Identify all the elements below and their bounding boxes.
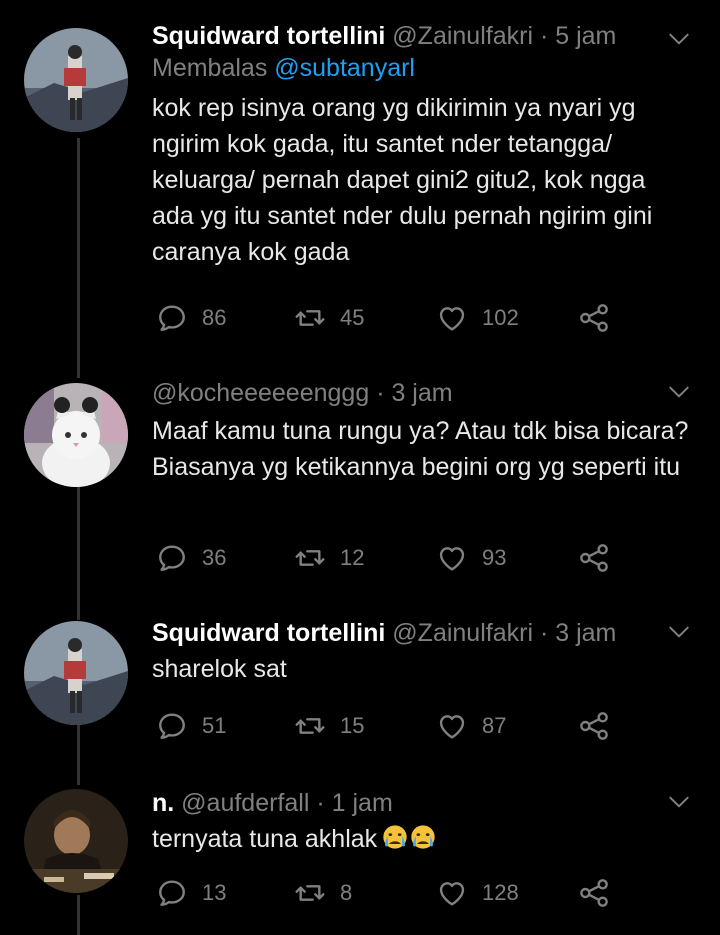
tweet-header: n. @aufderfall · 1 jam bbox=[152, 787, 690, 819]
like-button[interactable]: 102 bbox=[436, 298, 519, 338]
crying-face-icon bbox=[381, 823, 409, 851]
retweet-icon bbox=[294, 542, 326, 574]
retweet-button[interactable]: 12 bbox=[294, 538, 364, 578]
retweet-count: 15 bbox=[340, 713, 365, 738]
share-icon bbox=[578, 710, 610, 742]
avatar[interactable] bbox=[24, 383, 128, 487]
timestamp[interactable]: · 3 jam bbox=[376, 379, 452, 407]
crying-face-icon bbox=[409, 823, 437, 851]
display-name[interactable]: Squidward tortellini bbox=[152, 22, 385, 50]
like-count: 128 bbox=[482, 880, 519, 905]
avatar[interactable] bbox=[24, 789, 128, 893]
tweet[interactable]: Squidward tortellini @Zainulfakri · 3 ja… bbox=[0, 605, 720, 755]
tweet-text: Maaf kamu tuna rungu ya? Atau tdk bisa b… bbox=[152, 417, 689, 481]
reply-icon bbox=[156, 302, 188, 334]
share-icon bbox=[578, 542, 610, 574]
handle[interactable]: @aufderfall bbox=[181, 789, 309, 817]
reply-prefix: Membalas bbox=[152, 54, 275, 82]
tweet-text: sharelok sat bbox=[152, 655, 287, 683]
tweet-text: kok rep isinya orang yg dikirimin ya nya… bbox=[152, 94, 653, 266]
reply-count: 13 bbox=[202, 880, 227, 905]
like-icon bbox=[436, 710, 468, 742]
share-button[interactable] bbox=[578, 298, 610, 338]
like-button[interactable]: 128 bbox=[436, 873, 519, 913]
retweet-button[interactable]: 15 bbox=[294, 706, 364, 746]
tweet-actions: 51 15 87 bbox=[152, 706, 720, 746]
chevron-down-icon[interactable] bbox=[666, 26, 692, 52]
like-button[interactable]: 87 bbox=[436, 706, 506, 746]
retweet-icon bbox=[294, 710, 326, 742]
reply-count: 86 bbox=[202, 305, 227, 330]
tweet-header: Squidward tortellini @Zainulfakri · 3 ja… bbox=[152, 617, 690, 649]
reply-button[interactable]: 86 bbox=[156, 298, 226, 338]
like-icon bbox=[436, 542, 468, 574]
reply-count: 51 bbox=[202, 713, 227, 738]
share-icon bbox=[578, 302, 610, 334]
retweet-button[interactable]: 45 bbox=[294, 298, 364, 338]
reply-button[interactable]: 36 bbox=[156, 538, 226, 578]
like-icon bbox=[436, 877, 468, 909]
handle[interactable]: @Zainulfakri bbox=[392, 22, 533, 50]
handle[interactable]: @kocheeeeeenggg bbox=[152, 379, 369, 407]
reply-count: 36 bbox=[202, 545, 227, 570]
tweet-actions: 86 45 102 bbox=[152, 298, 720, 338]
chevron-down-icon[interactable] bbox=[666, 619, 692, 645]
reply-icon bbox=[156, 877, 188, 909]
share-button[interactable] bbox=[578, 873, 610, 913]
retweet-button[interactable]: 8 bbox=[294, 873, 352, 913]
like-count: 102 bbox=[482, 305, 519, 330]
retweet-count: 45 bbox=[340, 305, 365, 330]
like-count: 93 bbox=[482, 545, 507, 570]
tweet-text: ternyata tuna akhlak bbox=[152, 825, 378, 853]
timestamp[interactable]: · 5 jam bbox=[540, 22, 616, 50]
tweet-text-container: ternyata tuna akhlak bbox=[152, 821, 690, 857]
tweet[interactable]: Squidward tortellini @Zainulfakri · 5 ja… bbox=[0, 0, 720, 350]
retweet-icon bbox=[294, 877, 326, 909]
retweet-icon bbox=[294, 302, 326, 334]
avatar[interactable] bbox=[24, 621, 128, 725]
share-button[interactable] bbox=[578, 706, 610, 746]
share-button[interactable] bbox=[578, 538, 610, 578]
tweet-header: Squidward tortellini @Zainulfakri · 5 ja… bbox=[152, 20, 690, 52]
chevron-down-icon[interactable] bbox=[666, 379, 692, 405]
avatar[interactable] bbox=[24, 28, 128, 132]
like-button[interactable]: 93 bbox=[436, 538, 506, 578]
retweet-count: 12 bbox=[340, 545, 365, 570]
tweet-header: @kocheeeeeenggg · 3 jam bbox=[152, 377, 690, 409]
retweet-count: 8 bbox=[340, 880, 353, 905]
timestamp[interactable]: · 3 jam bbox=[540, 619, 616, 647]
reply-button[interactable]: 13 bbox=[156, 873, 226, 913]
handle[interactable]: @Zainulfakri bbox=[392, 619, 533, 647]
share-icon bbox=[578, 877, 610, 909]
display-name[interactable]: Squidward tortellini bbox=[152, 619, 385, 647]
reply-icon bbox=[156, 542, 188, 574]
reply-context: Membalas @subtanyarl bbox=[152, 52, 690, 84]
tweet-actions: 13 8 128 bbox=[152, 873, 720, 913]
timestamp[interactable]: · 1 jam bbox=[316, 789, 392, 817]
reply-mention[interactable]: @subtanyarl bbox=[274, 54, 415, 82]
reply-button[interactable]: 51 bbox=[156, 706, 226, 746]
like-icon bbox=[436, 302, 468, 334]
like-count: 87 bbox=[482, 713, 507, 738]
tweet[interactable]: @kocheeeeeenggg · 3 jam Maaf kamu tuna r… bbox=[0, 365, 720, 590]
tweet-actions: 36 12 93 bbox=[152, 538, 720, 578]
tweet[interactable]: n. @aufderfall · 1 jam ternyata tuna akh… bbox=[0, 773, 720, 927]
chevron-down-icon[interactable] bbox=[666, 789, 692, 815]
reply-icon bbox=[156, 710, 188, 742]
display-name[interactable]: n. bbox=[152, 789, 174, 817]
